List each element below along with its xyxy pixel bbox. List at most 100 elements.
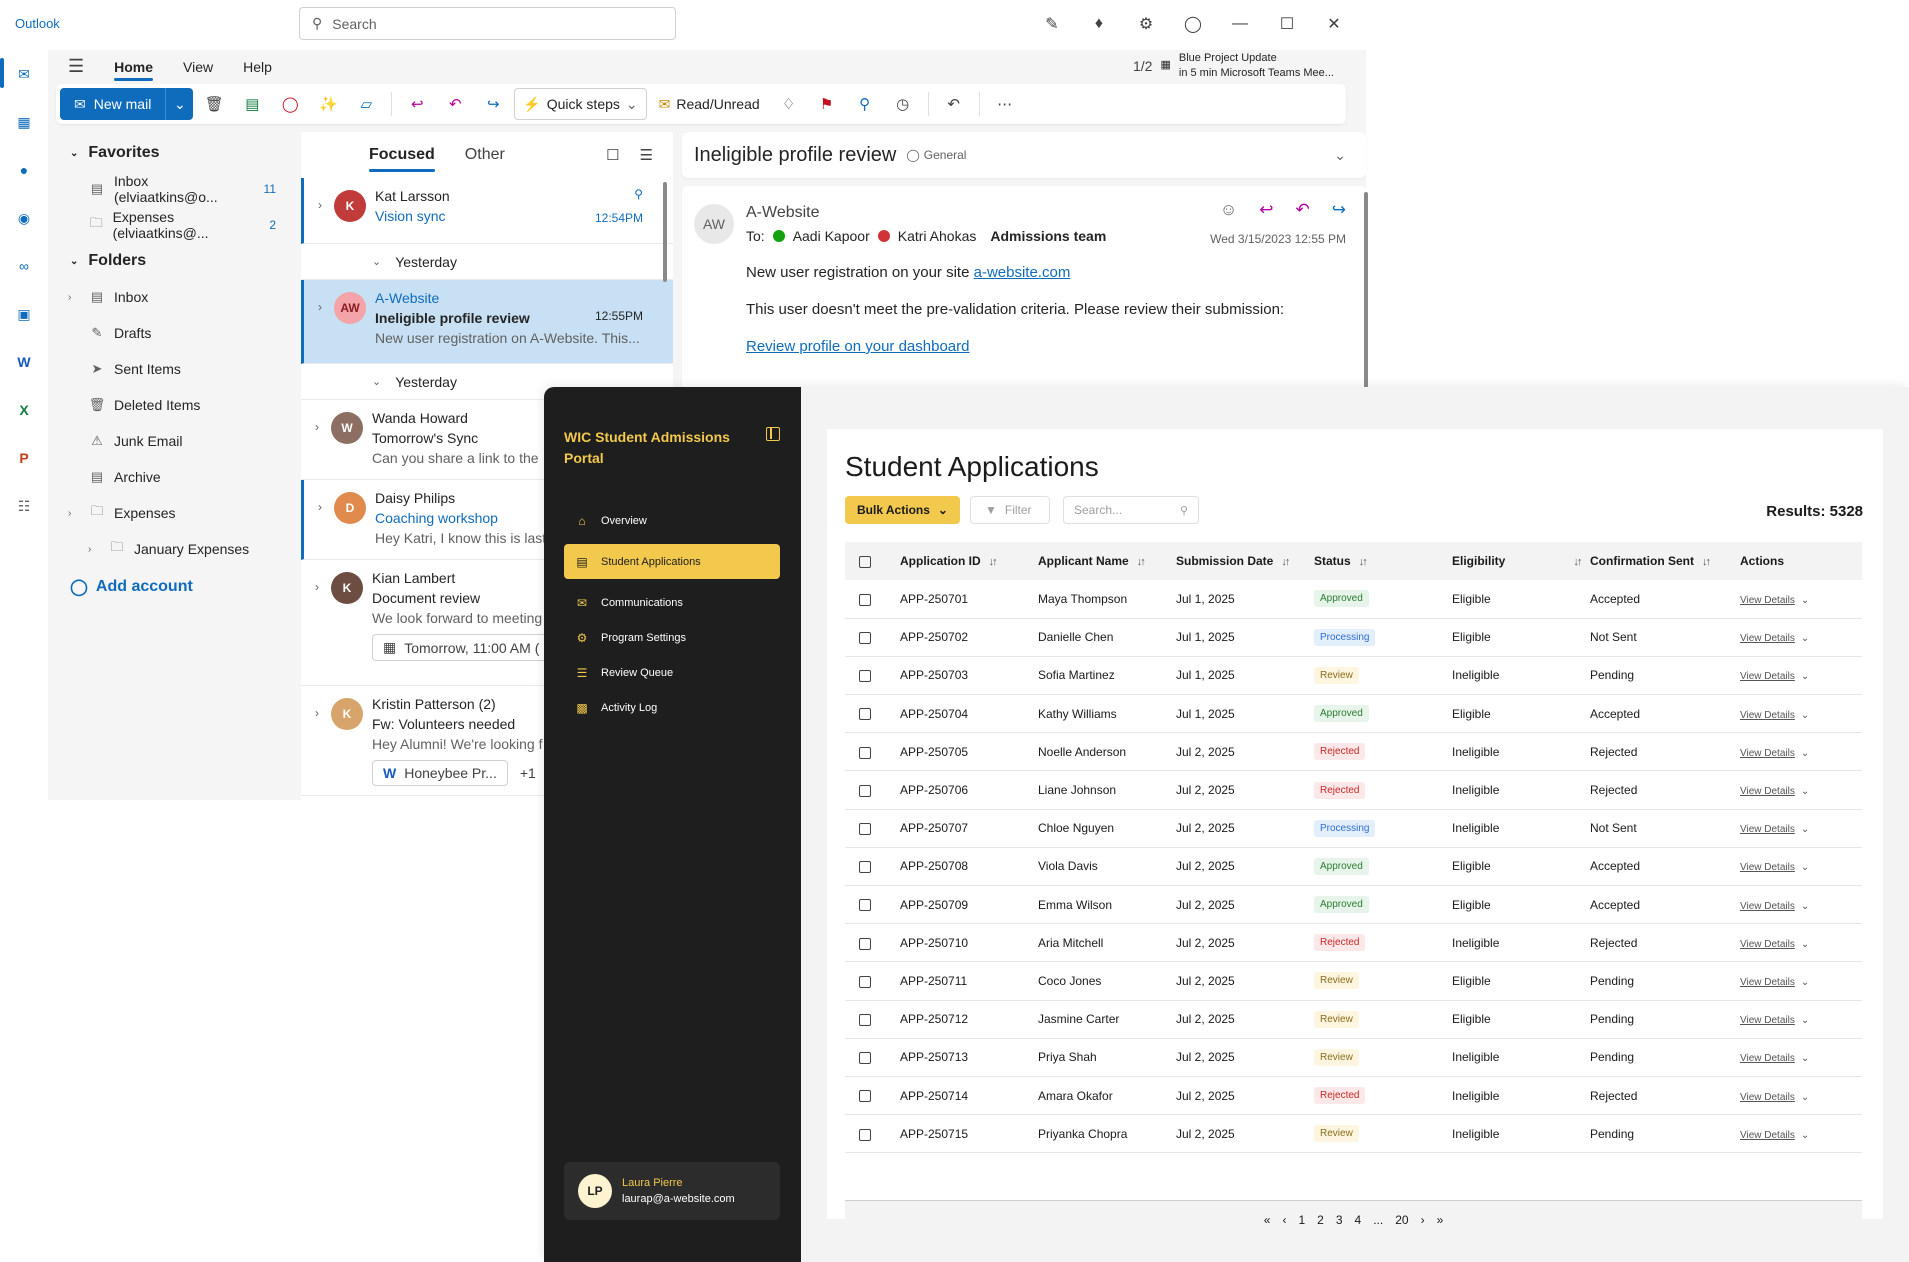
quick-steps-button[interactable]: ⚡ Quick steps ⌄ — [514, 88, 647, 120]
favorites-heading[interactable]: ⌄ Favorites — [48, 135, 298, 171]
lightbulb-icon[interactable]: ◯ — [1181, 12, 1205, 36]
chevron-down-icon[interactable]: ⌄ — [165, 88, 193, 120]
bulk-actions-button[interactable]: Bulk Actions ⌄ — [845, 496, 960, 524]
more-icon[interactable]: ⋯ — [988, 88, 1022, 120]
excel-icon[interactable]: X — [12, 398, 36, 422]
table-row[interactable]: APP-250706 Liane Johnson Jul 2, 2025 Reject… — [845, 770, 1862, 810]
view-details-link[interactable]: View Details — [1740, 1053, 1795, 1064]
minimize-icon[interactable]: — — [1228, 12, 1252, 36]
list-item[interactable]: › AW A-Website Ineligible profile review… — [301, 280, 673, 364]
attachment-icon[interactable]: ∞ — [12, 254, 36, 278]
chevron-down-icon[interactable]: ⌄ — [1334, 147, 1346, 164]
table-row[interactable]: APP-250701 Maya Thompson Jul 1, 2025 Approv… — [845, 580, 1862, 619]
chevron-down-icon[interactable]: ⌄ — [1801, 710, 1809, 721]
reminder[interactable]: 1/2 ▦ Blue Project Update in 5 min Micro… — [1133, 52, 1334, 79]
select-icon[interactable]: ☐ — [606, 146, 619, 164]
page-4[interactable]: 4 — [1355, 1213, 1362, 1227]
row-checkbox[interactable] — [859, 1052, 871, 1065]
tab-other[interactable]: Other — [465, 146, 505, 164]
emoji-icon[interactable]: ☺ — [1220, 200, 1237, 220]
flag-icon[interactable]: ⚑ — [810, 88, 844, 120]
new-mail-button[interactable]: ✉ New mail ⌄ — [60, 88, 194, 120]
table-row[interactable]: APP-250705 Noelle Anderson Jul 2, 2025 Reje… — [845, 732, 1862, 772]
chevron-right-icon[interactable]: › — [315, 580, 319, 594]
sweep-icon[interactable]: ✨ — [311, 88, 345, 120]
user-card[interactable]: LP Laura Pierre laurap@a-website.com — [564, 1162, 780, 1220]
view-details-link[interactable]: View Details — [1740, 1130, 1795, 1141]
view-details-link[interactable]: View Details — [1740, 901, 1795, 912]
row-checkbox[interactable] — [859, 1090, 871, 1103]
groups-icon[interactable]: ◉ — [12, 206, 36, 230]
row-checkbox[interactable] — [859, 784, 871, 797]
reply-all-icon[interactable]: ↶ — [438, 88, 472, 120]
last-page-button[interactable]: » — [1437, 1213, 1444, 1227]
delete-icon[interactable]: 🗑 — [197, 88, 231, 120]
maximize-icon[interactable]: ☐ — [1275, 12, 1299, 36]
tab-help[interactable]: Help — [243, 59, 272, 75]
people-icon[interactable]: ● — [12, 158, 36, 182]
sort-icon[interactable]: ↓↑ — [1702, 556, 1711, 568]
view-details-link[interactable]: View Details — [1740, 710, 1795, 721]
filter-button[interactable]: ▼ Filter — [970, 496, 1050, 524]
recipient[interactable]: Katri Ahokas — [898, 228, 977, 244]
pin-icon[interactable]: ⚲ — [848, 88, 882, 120]
tab-view[interactable]: View — [183, 59, 213, 75]
scrollbar[interactable] — [1364, 192, 1368, 388]
gear-icon[interactable]: ⚙ — [1134, 12, 1158, 36]
apps-icon[interactable]: ☷ — [12, 494, 36, 518]
folder-deleted[interactable]: 🗑 Deleted Items — [48, 387, 298, 423]
row-checkbox[interactable] — [859, 937, 871, 950]
nav-item-communications[interactable]: ✉ Communications — [564, 585, 780, 620]
view-details-link[interactable]: View Details — [1740, 786, 1795, 797]
col-submission-date[interactable]: Submission Date ↓↑ — [1176, 542, 1314, 580]
col-application-id[interactable]: Application ID ↓↑ — [900, 542, 1038, 580]
sort-icon[interactable]: ↓↑ — [1573, 556, 1582, 568]
sort-icon[interactable]: ↓↑ — [989, 556, 998, 568]
report-icon[interactable]: ◯ — [273, 88, 307, 120]
chevron-right-icon[interactable]: › — [318, 198, 322, 212]
view-details-link[interactable]: View Details — [1740, 824, 1795, 835]
reply-icon[interactable]: ↩ — [1259, 200, 1273, 220]
calendar-icon[interactable]: ▦ — [12, 110, 36, 134]
col-confirmation-sent[interactable]: Confirmation Sent ↓↑ — [1590, 542, 1740, 580]
view-details-link[interactable]: View Details — [1740, 977, 1795, 988]
nav-item-activity-log[interactable]: ▩ Activity Log — [564, 690, 780, 725]
chevron-right-icon[interactable]: › — [318, 500, 322, 514]
word-icon[interactable]: W — [12, 350, 36, 374]
view-details-link[interactable]: View Details — [1740, 633, 1795, 644]
read-unread-button[interactable]: ✉ Read/Unread — [651, 88, 768, 120]
chevron-right-icon[interactable]: › — [318, 300, 322, 314]
sensitivity-label[interactable]: ◯ General — [906, 148, 966, 162]
col-eligibility[interactable]: Eligibility ↓↑ — [1452, 542, 1590, 580]
chevron-down-icon[interactable]: ⌄ — [1801, 939, 1809, 950]
chevron-down-icon[interactable]: ⌄ — [1801, 977, 1809, 988]
favorite-expenses[interactable]: 🗀 Expenses (elviaatkins@... 2 — [48, 207, 298, 243]
select-all-checkbox[interactable] — [859, 555, 871, 568]
nav-item-program-settings[interactable]: ⚙ Program Settings — [564, 620, 780, 655]
chevron-down-icon[interactable]: ⌄ — [1801, 1092, 1809, 1103]
sidebar-toggle-icon[interactable] — [766, 427, 780, 441]
folder-inbox[interactable]: › ▤ Inbox — [48, 279, 298, 315]
attachment-chip[interactable]: W Honeybee Pr... — [372, 760, 508, 786]
nav-item-student-applications[interactable]: ▤ Student Applications — [564, 544, 780, 579]
hamburger-icon[interactable]: ☰ — [68, 56, 84, 77]
row-checkbox[interactable] — [859, 746, 871, 759]
col-status[interactable]: Status ↓↑ — [1314, 542, 1452, 580]
view-details-link[interactable]: View Details — [1740, 939, 1795, 950]
table-row[interactable]: APP-250714 Amara Okafor Jul 2, 2025 Rejecte… — [845, 1076, 1862, 1116]
chevron-down-icon[interactable]: ⌄ — [1801, 786, 1809, 797]
row-checkbox[interactable] — [859, 632, 871, 645]
view-details-link[interactable]: View Details — [1740, 748, 1795, 759]
tab-home[interactable]: Home — [114, 59, 153, 81]
row-checkbox[interactable] — [859, 1013, 871, 1026]
snooze-icon[interactable]: ◷ — [886, 88, 920, 120]
page-1[interactable]: 1 — [1298, 1213, 1305, 1227]
chevron-down-icon[interactable]: ⌄ — [1801, 862, 1809, 873]
chevron-down-icon[interactable]: ⌄ — [1801, 824, 1809, 835]
row-checkbox[interactable] — [859, 670, 871, 683]
folder-sent[interactable]: ➤ Sent Items — [48, 351, 298, 387]
table-row[interactable]: APP-250704 Kathy Williams Jul 1, 2025 Appro… — [845, 694, 1862, 734]
mail-icon[interactable]: ✉ — [12, 62, 36, 86]
chevron-down-icon[interactable]: ⌄ — [1801, 671, 1809, 682]
folders-heading[interactable]: ⌄ Folders — [48, 243, 298, 279]
